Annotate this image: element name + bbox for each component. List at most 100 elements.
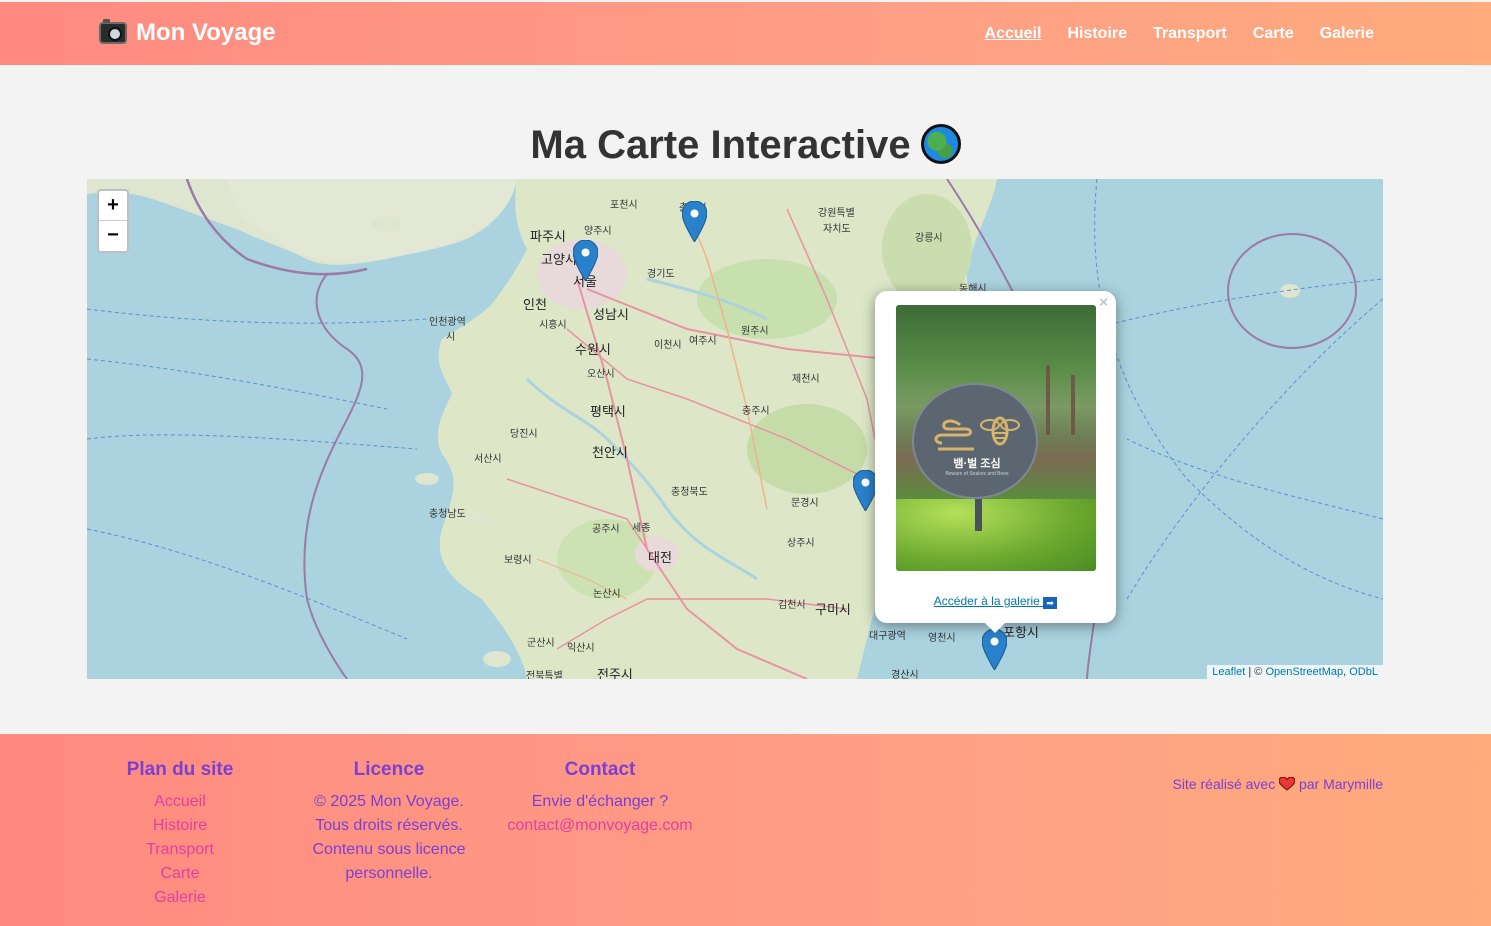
licence-title: Licence [353,759,425,780]
footer-link-transport[interactable]: Transport [120,838,240,862]
city-label: 서산시 [474,454,502,465]
licence-line: Tous droits réservés. [315,817,463,834]
footer-link-accueil[interactable]: Accueil [120,790,240,814]
nav-link-accueil[interactable]: Accueil [985,25,1042,43]
city-label: 충청남도 [429,509,466,520]
licence-line: personnelle. [345,865,433,882]
made-by-after: par Marymille [1298,776,1383,792]
city-label: 제천시 [792,374,820,385]
city-label: 대구광역 [869,631,906,642]
footer: Plan du site Accueil Histoire Transport … [0,734,1491,926]
tree-trunk [1071,375,1075,435]
sign-subtitle: Beware of Snakes and Bees [945,471,1009,477]
map-marker-icon[interactable] [982,629,1007,670]
made-by: Site réalisé avec par Marymille [1172,776,1383,792]
popup-photo[interactable]: 뱀·벌 조심 Beware of Snakes and Bees [896,305,1096,571]
odbl-link[interactable]: ODbL [1349,666,1378,678]
bush [896,499,1096,571]
attribution-separator: | © [1245,666,1266,678]
city-label: 원주시 [741,326,769,337]
contact-email-link[interactable]: contact@monvoyage.com [500,814,700,838]
nav-link-galerie[interactable]: Galerie [1320,25,1374,43]
popup-tip [983,621,1007,633]
city-label: 인천광역 [429,317,466,328]
city-label: 양주시 [584,226,612,237]
brand[interactable]: Mon Voyage [99,19,276,47]
city-label: 익산시 [567,643,595,654]
contact-text: Envie d'échanger ? [531,793,669,810]
city-label: 시 [446,332,456,343]
tree-trunk [1046,365,1050,435]
footer-link-carte[interactable]: Carte [120,862,240,886]
zoom-in-button[interactable]: + [99,191,127,221]
city-label: 보령시 [504,555,532,566]
city-label: 포항시 [1003,625,1039,640]
city-label: 오산시 [587,369,615,380]
sitemap-title: Plan du site [126,759,234,780]
nav-link-histoire[interactable]: Histoire [1067,25,1127,43]
map-tiles [87,179,1383,679]
sign-post [975,495,982,531]
map-marker-icon[interactable] [682,201,707,242]
footer-link-histoire[interactable]: Histoire [120,814,240,838]
zoom-out-button[interactable]: − [99,221,127,251]
city-label: 세종 [632,523,651,534]
snake-bee-icon [934,416,1020,451]
city-label: 영천시 [928,633,956,644]
city-label: 대전 [648,550,672,565]
city-label: 강원특별 [818,208,855,219]
city-label: 천안시 [592,445,628,460]
heart-icon [1279,777,1296,791]
gallery-link-text: Accéder à la galerie [933,594,1040,608]
city-label: 경기도 [647,269,675,280]
made-by-before: Site réalisé avec [1172,776,1276,792]
city-label: 충주시 [742,406,770,417]
leaflet-link[interactable]: Leaflet [1212,666,1245,678]
osm-link[interactable]: OpenStreetMap [1265,666,1343,678]
warning-sign: 뱀·벌 조심 Beware of Snakes and Bees [912,383,1038,499]
map-marker-icon[interactable] [573,240,598,281]
city-label: 구미시 [815,602,851,617]
city-label: 시흥시 [539,320,567,331]
city-label: 논산시 [593,589,621,600]
city-label: 공주시 [592,524,620,535]
interactive-map[interactable]: 춘천시 파주시 양주시 포천시 강원특별 자치도 강릉시 고양시 서울 경기도 … [87,179,1383,679]
contact-title: Contact [564,759,636,780]
globe-icon [920,124,961,164]
footer-link-galerie[interactable]: Galerie [120,886,240,910]
map-popup: × 뱀·벌 조심 Beware of Snakes and Bees Accéd… [875,291,1116,633]
city-label: 문경시 [791,498,819,509]
city-label: 전북특별 [526,671,563,679]
city-label: 평택시 [590,404,626,419]
city-label: 충청북도 [671,487,708,498]
footer-sitemap: Plan du site Accueil Histoire Transport … [120,759,240,910]
gallery-link[interactable]: Accéder à la galerie ➡ [875,594,1116,609]
city-label: 상주시 [787,538,815,549]
page-title-text: Ma Carte Interactive [530,123,911,167]
city-label: 강릉시 [915,233,943,244]
arrow-right-icon: ➡ [1043,597,1058,609]
city-label: 고양시 [541,252,577,267]
nav-link-carte[interactable]: Carte [1253,25,1294,43]
camera-icon [99,19,127,44]
city-label: 경산시 [891,670,919,679]
popup-close-button[interactable]: × [1099,294,1108,311]
city-label: 전주시 [597,667,633,679]
licence-line: Contenu sous licence [312,841,466,858]
map-attribution: Leaflet | © OpenStreetMap, ODbL [1207,665,1383,679]
licence-line: © 2025 Mon Voyage. [314,793,464,810]
zoom-control: + − [97,189,129,253]
city-label: 군산시 [527,638,555,649]
city-label: 이천시 [654,340,682,351]
nav-link-transport[interactable]: Transport [1153,25,1227,43]
footer-licence: Licence © 2025 Mon Voyage. Tous droits r… [305,759,473,886]
main-nav: Accueil Histoire Transport Carte Galerie [985,25,1374,43]
city-label: 성남시 [593,307,629,322]
page-title: Ma Carte Interactive [0,123,1491,168]
footer-contact: Contact Envie d'échanger ? contact@monvo… [500,759,700,838]
city-label: 파주시 [530,229,566,244]
city-label: 당진시 [510,429,538,440]
city-label: 인천 [523,297,547,312]
city-label: 여주시 [689,336,717,347]
top-navbar: Mon Voyage Accueil Histoire Transport Ca… [0,2,1491,65]
